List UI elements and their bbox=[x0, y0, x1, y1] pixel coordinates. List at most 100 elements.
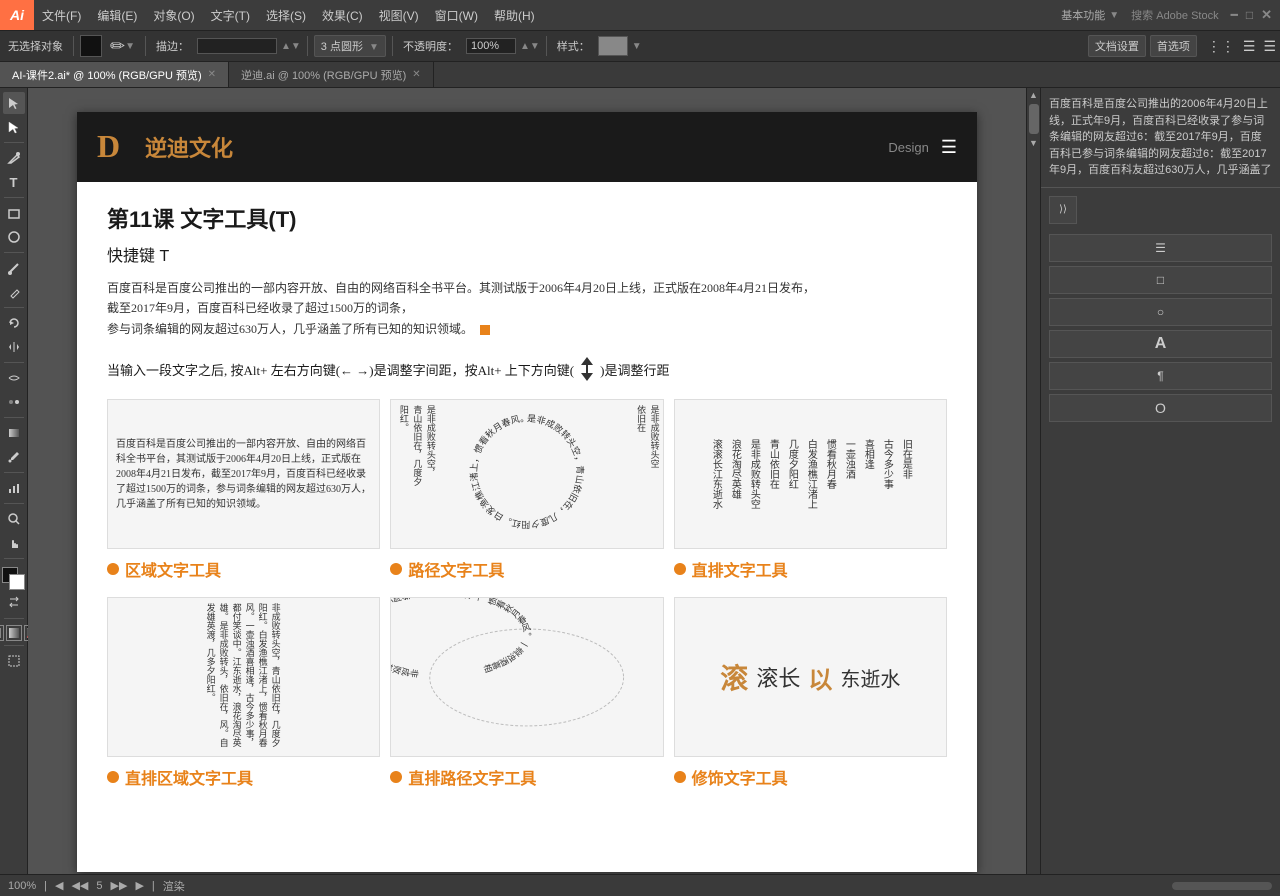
cursor-indicator bbox=[480, 325, 490, 335]
rp-square[interactable]: □ bbox=[1049, 266, 1272, 294]
scroll-thumb[interactable] bbox=[1029, 104, 1039, 134]
svg-text:D: D bbox=[97, 128, 120, 164]
menu-effect[interactable]: 效果(C) bbox=[314, 0, 371, 30]
more-options-icon[interactable]: ⋮⋮ bbox=[1207, 38, 1235, 55]
reflect-tool[interactable] bbox=[3, 336, 25, 358]
prev-page-btn[interactable]: ◀ bbox=[55, 879, 63, 892]
status-sep2: | bbox=[152, 880, 155, 892]
fill-solid[interactable] bbox=[0, 625, 4, 641]
rotate-tool[interactable] bbox=[3, 312, 25, 334]
color-swatch[interactable] bbox=[80, 35, 102, 57]
artboard-tool[interactable] bbox=[3, 650, 25, 672]
shape-tool[interactable] bbox=[3, 202, 25, 224]
preferences-btn[interactable]: 首选项 bbox=[1150, 35, 1197, 57]
eyedropper-tool[interactable] bbox=[3, 446, 25, 468]
menu-edit[interactable]: 编辑(E) bbox=[89, 0, 145, 30]
rp-hamburger[interactable]: ☰ bbox=[1049, 234, 1272, 262]
select-tool[interactable] bbox=[3, 92, 25, 114]
menu-select[interactable]: 选择(S) bbox=[258, 0, 314, 30]
search-stock-label[interactable]: 搜索 Adobe Stock bbox=[1131, 7, 1218, 23]
text-tool[interactable]: T bbox=[3, 171, 25, 193]
rp-paragraph-icon[interactable]: ¶ bbox=[1049, 362, 1272, 390]
blend-tool[interactable] bbox=[3, 391, 25, 413]
hamburger-icon[interactable]: ☰ bbox=[941, 137, 957, 158]
tab-1-close[interactable]: ✕ bbox=[208, 69, 216, 80]
vert-path-svg: 非成败转头空，青山依旧在，几度夕阳红。白发渔樵江渚上，惯看秋月春风。一壶浊酒喜相 bbox=[391, 598, 662, 756]
menu-text[interactable]: 文字(T) bbox=[203, 0, 258, 30]
decor-label: 修饰文字工具 bbox=[674, 765, 947, 789]
vert-col-8: 一壶浊酒 bbox=[840, 439, 856, 509]
style-swatch[interactable] bbox=[598, 36, 628, 56]
layout-icon[interactable]: ☰ bbox=[1243, 38, 1256, 55]
style-arrow[interactable]: ▼ bbox=[632, 41, 642, 52]
menu-window[interactable]: 窗口(W) bbox=[427, 0, 486, 30]
canvas-area[interactable]: D 逆迪文化 Design ☰ 第11课 文字工具(T) 快捷键 T 百度百科是… bbox=[28, 88, 1026, 896]
path-text-example: 是非成败转头空，青山依旧在，几度夕阳红。 是非成败转头空，青山依旧在，几度夕阳红 bbox=[390, 399, 663, 549]
color-boxes[interactable] bbox=[2, 567, 26, 591]
ellipse-tool[interactable] bbox=[3, 226, 25, 248]
tabs-bar: AI-课件2.ai* @ 100% (RGB/GPU 预览) ✕ 逆迪.ai @… bbox=[0, 62, 1280, 88]
direct-select-tool[interactable] bbox=[3, 116, 25, 138]
swap-colors-icon[interactable] bbox=[7, 595, 21, 614]
rp-text-icon[interactable]: A bbox=[1049, 330, 1272, 358]
pen-tool[interactable] bbox=[3, 147, 25, 169]
zoom-level: 100% bbox=[8, 880, 36, 892]
decor-text-4: 东逝水 bbox=[840, 663, 900, 692]
description-text: 百度百科是百度公司推出的一部内容开放、自由的网络百科全书平台。其测试版于2006… bbox=[107, 278, 947, 339]
zoom-tool[interactable] bbox=[3, 508, 25, 530]
stroke-arrow[interactable]: ▲▼ bbox=[281, 41, 301, 52]
logo-text: 逆迪文化 bbox=[145, 131, 233, 163]
tab-2-close[interactable]: ✕ bbox=[412, 69, 420, 80]
brush-tool[interactable] bbox=[3, 257, 25, 279]
vert-col-2: 浪花淘尽英雄 bbox=[726, 439, 742, 509]
vert-col-1: 滚滚长江东逝水 bbox=[707, 439, 723, 509]
panel-icon[interactable]: ☰ bbox=[1263, 38, 1276, 55]
area-text-tool-cell: 百度百科是百度公司推出的一部内容开放、自由的网络百科全书平台，其测试版于2006… bbox=[107, 399, 380, 581]
rp-o-icon[interactable]: Ο bbox=[1049, 394, 1272, 422]
first-page-btn[interactable]: ◀◀ bbox=[71, 879, 88, 892]
page-number: 5 bbox=[96, 880, 102, 892]
menu-view[interactable]: 视图(V) bbox=[371, 0, 427, 30]
tools-grid-row1: 百度百科是百度公司推出的一部内容开放、自由的网络百科全书平台，其测试版于2006… bbox=[107, 399, 947, 581]
basic-function-label[interactable]: 基本功能 bbox=[1061, 7, 1105, 23]
menu-help[interactable]: 帮助(H) bbox=[486, 0, 543, 30]
arrow-indicator bbox=[578, 355, 596, 383]
stroke-input[interactable] bbox=[197, 38, 277, 54]
rp-circle[interactable]: ○ bbox=[1049, 298, 1272, 326]
header-right: Design ☰ bbox=[888, 137, 957, 158]
toolbar-separator bbox=[73, 36, 74, 56]
scroll-down-btn[interactable]: ▼ bbox=[1027, 136, 1041, 150]
brush-mode[interactable]: ✏ ▼ bbox=[106, 36, 139, 57]
scroll-up-btn[interactable]: ▲ bbox=[1027, 88, 1041, 102]
rp-collapse-btn[interactable]: ⟩⟩ bbox=[1049, 196, 1077, 224]
status-progress-bar bbox=[1172, 882, 1272, 890]
menu-file[interactable]: 文件(F) bbox=[34, 0, 89, 30]
doc-body: 第11课 文字工具(T) 快捷键 T 百度百科是百度公司推出的一部内容开放、自由… bbox=[77, 182, 977, 825]
tab-2[interactable]: 逆迪.ai @ 100% (RGB/GPU 预览) ✕ bbox=[229, 62, 434, 87]
ai-logo: Ai bbox=[0, 0, 34, 30]
next-page-btn[interactable]: ▶▶ bbox=[111, 879, 128, 892]
hand-tool[interactable] bbox=[3, 532, 25, 554]
opacity-arrow[interactable]: ▲▼ bbox=[520, 41, 540, 52]
menu-right: 基本功能 ▼ 搜索 Adobe Stock ━ □ ✕ bbox=[1053, 7, 1280, 23]
graph-tool[interactable] bbox=[3, 477, 25, 499]
vert-text-example: 滚滚长江东逝水 浪花淘尽英雄 是非成败转头空 青山依旧在 几度夕阳红 白发渔樵江… bbox=[674, 399, 947, 549]
doc-settings-btn[interactable]: 文档设置 bbox=[1088, 35, 1146, 57]
design-label: Design bbox=[888, 140, 928, 155]
vert-path-label: 直排路径文字工具 bbox=[390, 765, 663, 789]
circular-text-area: 是非成败转头空，青山依旧在，几度夕阳红。白发渔樵江渚上，惯看秋月春风。 bbox=[467, 412, 587, 537]
pencil-tool[interactable] bbox=[3, 281, 25, 303]
brush-shape-btn[interactable]: 3 点圆形 ▼ bbox=[314, 35, 386, 57]
sep4 bbox=[392, 36, 393, 56]
opacity-input[interactable] bbox=[466, 38, 516, 54]
right-panel: 百度百科是百度公司推出的2006年4月20日上线，正式年9月，百度百科已经收录了… bbox=[1040, 88, 1280, 896]
gradient-tool[interactable] bbox=[3, 422, 25, 444]
vert-area-example: 非成败转头空，青山依旧在，几度夕阳红。白发渔樵江渚上，惯看秋月春风。一壶浊酒喜相… bbox=[107, 597, 380, 757]
last-page-btn[interactable]: ▶ bbox=[135, 879, 143, 892]
menu-object[interactable]: 对象(O) bbox=[145, 0, 202, 30]
vert-col-3: 是非成败转头空 bbox=[745, 439, 761, 509]
tab-1[interactable]: AI-课件2.ai* @ 100% (RGB/GPU 预览) ✕ bbox=[0, 62, 229, 87]
width-tool[interactable] bbox=[3, 367, 25, 389]
fill-gradient[interactable] bbox=[6, 625, 22, 641]
decor-tool-cell: 滚 滚长 以 东逝水 修饰文字工具 bbox=[674, 597, 947, 789]
